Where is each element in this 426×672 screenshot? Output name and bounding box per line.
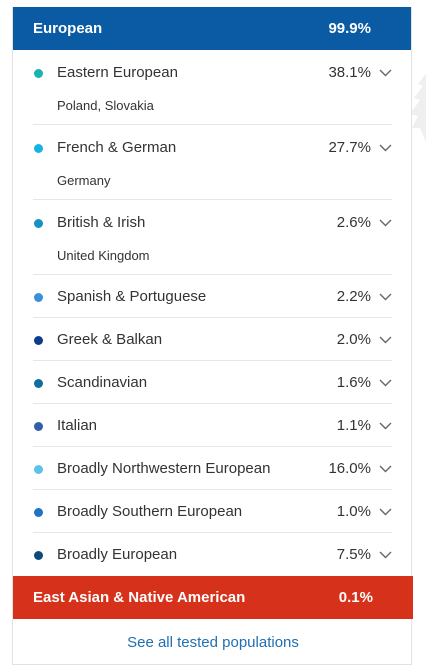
region-percent: 99.9%	[328, 20, 371, 37]
population-color-dot	[34, 551, 43, 560]
region-label: European	[33, 20, 103, 37]
population-row[interactable]: Eastern European Poland, Slovakia 38.1%	[33, 50, 392, 125]
population-name: Italian	[57, 417, 98, 434]
region-header-european[interactable]: European 99.9%	[13, 7, 411, 50]
population-row[interactable]: British & Irish United Kingdom 2.6%	[33, 200, 392, 275]
chevron-down-icon[interactable]	[379, 465, 392, 473]
population-list: Eastern European Poland, Slovakia 38.1% Fre…	[13, 50, 411, 576]
see-all-populations-link[interactable]: See all tested populations	[13, 619, 413, 665]
ancestry-panel: European 99.9% Eastern European Poland, S…	[0, 0, 426, 672]
population-percent: 2.2%	[336, 288, 371, 305]
population-row[interactable]: Greek & Balkan 2.0%	[33, 318, 392, 361]
population-color-dot	[34, 144, 43, 153]
chevron-down-icon[interactable]	[379, 379, 392, 387]
population-name: Greek & Balkan	[57, 331, 163, 348]
population-percent: 1.0%	[336, 503, 371, 520]
population-subregion: United Kingdom	[57, 248, 150, 263]
population-row[interactable]: Broadly Southern European 1.0%	[33, 490, 392, 533]
ancestry-card: European 99.9% Eastern European Poland, S…	[12, 7, 413, 665]
region-label: East Asian & Native American	[33, 589, 246, 606]
population-subregion: Poland, Slovakia	[57, 98, 154, 113]
population-color-dot	[34, 336, 43, 345]
population-name: British & Irish	[57, 214, 146, 231]
population-row[interactable]: Scandinavian 1.6%	[33, 361, 392, 404]
population-name: Broadly European	[57, 546, 178, 563]
population-color-dot	[34, 508, 43, 517]
population-row[interactable]: Italian 1.1%	[33, 404, 392, 447]
chevron-down-icon[interactable]	[379, 508, 392, 516]
population-color-dot	[34, 465, 43, 474]
population-percent: 7.5%	[336, 546, 371, 563]
population-name: Scandinavian	[57, 374, 148, 391]
population-color-dot	[34, 69, 43, 78]
population-percent: 2.0%	[336, 331, 371, 348]
population-percent: 2.6%	[336, 214, 371, 231]
population-color-dot	[34, 379, 43, 388]
population-row[interactable]: Spanish & Portuguese 2.2%	[33, 275, 392, 318]
chevron-down-icon[interactable]	[379, 69, 392, 77]
population-color-dot	[34, 293, 43, 302]
region-header-east-asian[interactable]: East Asian & Native American 0.1%	[13, 576, 413, 619]
chevron-down-icon[interactable]	[379, 144, 392, 152]
chevron-down-icon[interactable]	[379, 336, 392, 344]
chevron-down-icon[interactable]	[379, 551, 392, 559]
population-percent: 1.1%	[336, 417, 371, 434]
population-percent: 1.6%	[336, 374, 371, 391]
region-percent: 0.1%	[338, 589, 373, 606]
population-subregion: Germany	[57, 173, 111, 188]
population-percent: 38.1%	[328, 64, 371, 81]
population-percent: 27.7%	[328, 139, 371, 156]
population-row[interactable]: Broadly European 7.5%	[33, 533, 392, 576]
population-name: Broadly Southern European	[57, 503, 243, 520]
chevron-down-icon[interactable]	[379, 219, 392, 227]
population-row[interactable]: Broadly Northwestern European 16.0%	[33, 447, 392, 490]
population-color-dot	[34, 219, 43, 228]
population-percent: 16.0%	[328, 460, 371, 477]
population-row[interactable]: French & German Germany 27.7%	[33, 125, 392, 200]
chevron-down-icon[interactable]	[379, 422, 392, 430]
chevron-down-icon[interactable]	[379, 293, 392, 301]
population-name: French & German	[57, 139, 177, 156]
population-name: Eastern European	[57, 64, 178, 81]
population-name: Broadly Northwestern European	[57, 460, 271, 477]
population-name: Spanish & Portuguese	[57, 288, 207, 305]
population-color-dot	[34, 422, 43, 431]
